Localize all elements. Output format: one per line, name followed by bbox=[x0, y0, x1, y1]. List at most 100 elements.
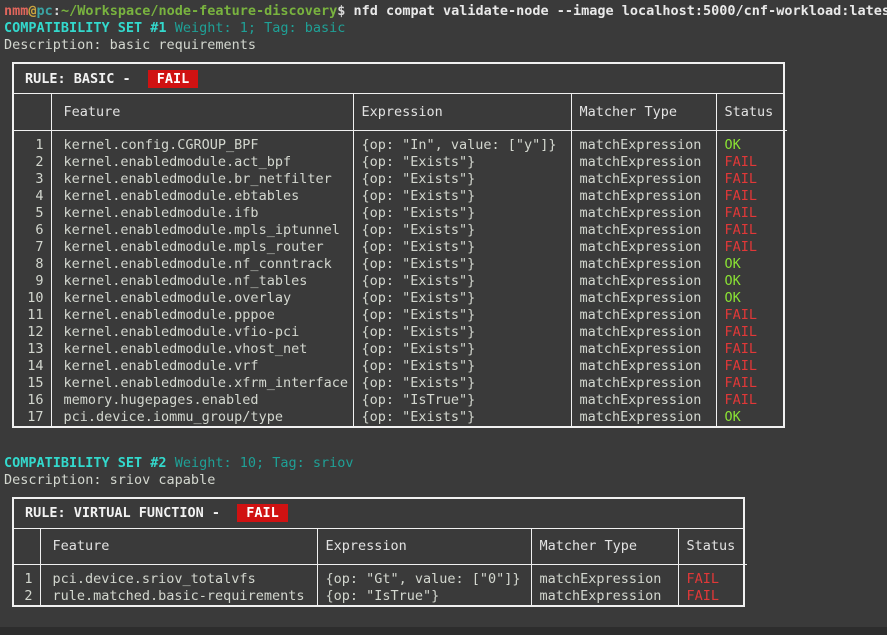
status-cell: FAIL bbox=[716, 324, 787, 341]
rule-title-virtual-function: RULE: VIRTUAL FUNCTION - FAIL bbox=[14, 499, 743, 529]
rule-title-basic: RULE: BASIC - FAIL bbox=[14, 64, 783, 94]
feature-cell: kernel.enabledmodule.overlay bbox=[51, 290, 353, 307]
expression-cell: {op: "Exists"} bbox=[353, 256, 571, 273]
feature-cell: kernel.enabledmodule.act_bpf bbox=[51, 154, 353, 171]
status-cell: OK bbox=[716, 409, 787, 426]
matcher-type-cell: matchExpression bbox=[571, 392, 716, 409]
prompt-path: ~/Workspace/node-feature-discovery bbox=[61, 3, 337, 19]
column-header-index bbox=[14, 94, 51, 130]
expression-cell: {op: "Exists"} bbox=[353, 409, 571, 426]
expression-cell: {op: "Exists"} bbox=[353, 375, 571, 392]
virtual-function-table-body: 1 pci.device.sriov_totalvfs {op: "Gt", v… bbox=[14, 565, 747, 606]
matcher-type-cell: matchExpression bbox=[571, 409, 716, 426]
row-number: 16 bbox=[14, 392, 51, 409]
status-cell: FAIL bbox=[716, 188, 787, 205]
expression-cell: {op: "Exists"} bbox=[353, 205, 571, 222]
expression-cell: {op: "Exists"} bbox=[353, 341, 571, 358]
matcher-type-cell: matchExpression bbox=[531, 588, 678, 605]
feature-cell: pci.device.iommu_group/type bbox=[51, 409, 353, 426]
table-row: 12 kernel.enabledmodule.vfio-pci {op: "E… bbox=[14, 324, 787, 341]
feature-cell: kernel.enabledmodule.br_netfilter bbox=[51, 171, 353, 188]
row-number: 2 bbox=[14, 154, 51, 171]
basic-table-body: 1 kernel.config.CGROUP_BPF {op: "In", va… bbox=[14, 130, 787, 426]
expression-cell: {op: "Gt", value: ["0"]} bbox=[317, 565, 531, 589]
expression-cell: {op: "IsTrue"} bbox=[353, 392, 571, 409]
feature-cell: memory.hugepages.enabled bbox=[51, 392, 353, 409]
column-header-matcher-type: Matcher Type bbox=[531, 529, 678, 565]
feature-cell: kernel.enabledmodule.vfio-pci bbox=[51, 324, 353, 341]
set1-title-line: COMPATIBILITY SET #1 Weight: 1; Tag: bas… bbox=[4, 20, 887, 37]
table-row: 5 kernel.enabledmodule.ifb {op: "Exists"… bbox=[14, 205, 787, 222]
table-row: 8 kernel.enabledmodule.nf_conntrack {op:… bbox=[14, 256, 787, 273]
matcher-type-cell: matchExpression bbox=[571, 256, 716, 273]
column-header-feature: Feature bbox=[40, 529, 317, 565]
status-cell: FAIL bbox=[716, 358, 787, 375]
matcher-type-cell: matchExpression bbox=[571, 324, 716, 341]
status-cell: FAIL bbox=[678, 588, 747, 605]
rule-label: RULE: BASIC - bbox=[25, 71, 139, 87]
matcher-type-cell: matchExpression bbox=[571, 188, 716, 205]
virtual-function-table: Feature Expression Matcher Type Status 1… bbox=[14, 529, 747, 606]
row-number: 15 bbox=[14, 375, 51, 392]
matcher-type-cell: matchExpression bbox=[571, 239, 716, 256]
row-number: 6 bbox=[14, 222, 51, 239]
set2-description: Description: sriov capable bbox=[4, 472, 887, 489]
expression-cell: {op: "In", value: ["y"]} bbox=[353, 130, 571, 154]
column-header-matcher-type: Matcher Type bbox=[571, 94, 716, 130]
table-row: 6 kernel.enabledmodule.mpls_iptunnel {op… bbox=[14, 222, 787, 239]
table-header-row: Feature Expression Matcher Type Status bbox=[14, 529, 747, 565]
status-cell: OK bbox=[716, 273, 787, 290]
status-cell: OK bbox=[716, 256, 787, 273]
feature-cell: kernel.config.CGROUP_BPF bbox=[51, 130, 353, 154]
column-header-expression: Expression bbox=[317, 529, 531, 565]
row-number: 1 bbox=[14, 130, 51, 154]
feature-cell: kernel.enabledmodule.mpls_iptunnel bbox=[51, 222, 353, 239]
prompt-line: nmm@pc:~/Workspace/node-feature-discover… bbox=[4, 3, 887, 20]
expression-cell: {op: "Exists"} bbox=[353, 324, 571, 341]
column-header-expression: Expression bbox=[353, 94, 571, 130]
status-cell: FAIL bbox=[716, 222, 787, 239]
expression-cell: {op: "IsTrue"} bbox=[317, 588, 531, 605]
command-text: nfd compat validate-node --image localho… bbox=[345, 3, 887, 19]
prompt-colon: : bbox=[53, 3, 61, 19]
row-number: 5 bbox=[14, 205, 51, 222]
table-row: 14 kernel.enabledmodule.vrf {op: "Exists… bbox=[14, 358, 787, 375]
matcher-type-cell: matchExpression bbox=[571, 341, 716, 358]
rule-table-basic: RULE: BASIC - FAIL Feature Expression Ma… bbox=[12, 62, 785, 428]
expression-cell: {op: "Exists"} bbox=[353, 171, 571, 188]
table-row: 4 kernel.enabledmodule.ebtables {op: "Ex… bbox=[14, 188, 787, 205]
table-row: 2 kernel.enabledmodule.act_bpf {op: "Exi… bbox=[14, 154, 787, 171]
row-number: 10 bbox=[14, 290, 51, 307]
matcher-type-cell: matchExpression bbox=[531, 565, 678, 589]
feature-cell: kernel.enabledmodule.ebtables bbox=[51, 188, 353, 205]
expression-cell: {op: "Exists"} bbox=[353, 222, 571, 239]
row-number: 2 bbox=[14, 588, 40, 605]
rule-status-badge: FAIL bbox=[237, 504, 288, 522]
matcher-type-cell: matchExpression bbox=[571, 290, 716, 307]
column-header-status: Status bbox=[716, 94, 787, 130]
rule-table-virtual-function: RULE: VIRTUAL FUNCTION - FAIL Feature Ex… bbox=[12, 497, 745, 608]
column-header-status: Status bbox=[678, 529, 747, 565]
row-number: 7 bbox=[14, 239, 51, 256]
feature-cell: kernel.enabledmodule.pppoe bbox=[51, 307, 353, 324]
status-cell: FAIL bbox=[716, 375, 787, 392]
matcher-type-cell: matchExpression bbox=[571, 171, 716, 188]
expression-cell: {op: "Exists"} bbox=[353, 273, 571, 290]
feature-cell: kernel.enabledmodule.ifb bbox=[51, 205, 353, 222]
basic-requirements-table: Feature Expression Matcher Type Status 1… bbox=[14, 94, 787, 426]
table-row: 1 pci.device.sriov_totalvfs {op: "Gt", v… bbox=[14, 565, 747, 589]
row-number: 4 bbox=[14, 188, 51, 205]
terminal-window[interactable]: nmm@pc:~/Workspace/node-feature-discover… bbox=[0, 0, 887, 607]
row-number: 1 bbox=[14, 565, 40, 589]
status-cell: FAIL bbox=[716, 171, 787, 188]
table-row: 10 kernel.enabledmodule.overlay {op: "Ex… bbox=[14, 290, 787, 307]
matcher-type-cell: matchExpression bbox=[571, 222, 716, 239]
feature-cell: kernel.enabledmodule.vhost_net bbox=[51, 341, 353, 358]
matcher-type-cell: matchExpression bbox=[571, 205, 716, 222]
matcher-type-cell: matchExpression bbox=[571, 307, 716, 324]
row-number: 14 bbox=[14, 358, 51, 375]
status-cell: FAIL bbox=[716, 239, 787, 256]
table-row: 3 kernel.enabledmodule.br_netfilter {op:… bbox=[14, 171, 787, 188]
column-header-index bbox=[14, 529, 40, 565]
matcher-type-cell: matchExpression bbox=[571, 154, 716, 171]
